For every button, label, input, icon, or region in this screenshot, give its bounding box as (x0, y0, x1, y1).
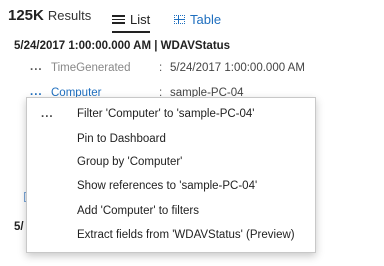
menu-item-show-references[interactable]: Show references to 'sample-PC-04' (77, 180, 257, 200)
results-count: 125K (8, 7, 44, 24)
tab-list[interactable]: List (112, 8, 151, 33)
record-title: 5/24/2017 1:00:00.000 AM | WDAVStatus (14, 40, 231, 52)
tab-table-label: Table (190, 11, 222, 27)
field-name: TimeGenerated (51, 62, 131, 74)
menu-item-pin-to-dashboard[interactable]: Pin to Dashboard (77, 133, 166, 153)
field-row-timegenerated: ... TimeGenerated : 5/24/2017 1:00:00.00… (0, 61, 384, 79)
tab-table[interactable]: Table (174, 8, 221, 30)
results-label: Results (47, 8, 92, 23)
next-record-title: 5/ (14, 221, 24, 233)
tab-list-label: List (130, 11, 151, 27)
menu-item-filter[interactable]: Filter 'Computer' to 'sample-PC-04' (77, 108, 255, 128)
results-header: 125K Results (8, 7, 91, 27)
context-menu-dots-icon: ... (41, 108, 54, 120)
context-menu: ... Filter 'Computer' to 'sample-PC-04' … (26, 97, 316, 253)
menu-item-extract-fields[interactable]: Extract fields from 'WDAVStatus' (Previe… (77, 229, 295, 249)
active-tab-underline (112, 31, 151, 33)
field-menu-icon[interactable]: ... (30, 61, 43, 73)
list-icon (112, 14, 125, 24)
menu-item-group-by[interactable]: Group by 'Computer' (77, 156, 182, 176)
field-separator: : (159, 62, 163, 74)
field-value: 5/24/2017 1:00:00.000 AM (170, 62, 305, 74)
table-icon (174, 14, 185, 24)
menu-item-add-to-filters[interactable]: Add 'Computer' to filters (77, 205, 199, 225)
